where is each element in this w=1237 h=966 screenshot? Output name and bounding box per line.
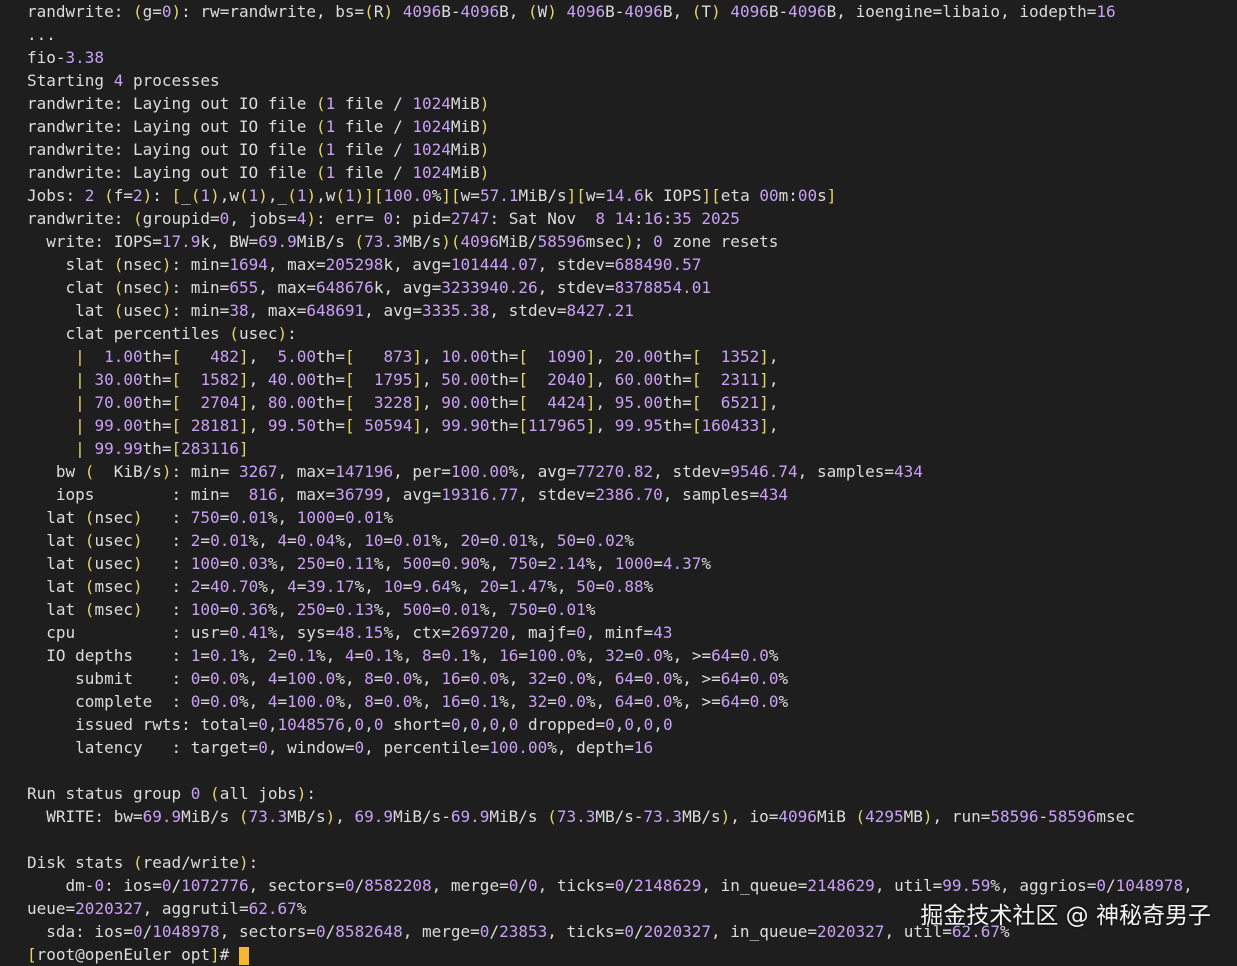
terminal-line: lat (usec) : 100=0.03%, 250=0.11%, 500=0… <box>27 554 712 573</box>
cursor-caret <box>238 946 249 965</box>
terminal-line: | 99.99th=[283116] <box>75 439 249 458</box>
terminal-line: randwrite: Laying out IO file (1 file / … <box>27 140 490 159</box>
terminal-line: dm-0: ios=0/1072776, sectors=0/8582208, … <box>27 876 1193 895</box>
terminal-line: WRITE: bw=69.9MiB/s (73.3MB/s), 69.9MiB/… <box>27 807 1135 826</box>
terminal-line: Jobs: 2 (f=2): [_(1),w(1),_(1),w(1)][100… <box>27 186 837 205</box>
terminal-line: write: IOPS=17.9k, BW=69.9MiB/s (73.3MB/… <box>27 232 779 251</box>
terminal-output: randwrite: (g=0): rw=randwrite, bs=(R) 4… <box>27 0 1237 966</box>
watermark: 掘金技术社区 @ 神秘奇男子 <box>920 903 1211 929</box>
terminal-line: complete : 0=0.0%, 4=100.0%, 8=0.0%, 16=… <box>27 692 789 711</box>
terminal-line: randwrite: Laying out IO file (1 file / … <box>27 163 490 182</box>
terminal-line: clat (nsec): min=655, max=648676k, avg=3… <box>27 278 711 297</box>
terminal-line: iops : min= 816, max=36799, avg=19316.77… <box>27 485 789 504</box>
terminal-line: slat (nsec): min=1694, max=205298k, avg=… <box>27 255 702 274</box>
shell-prompt[interactable]: [root@openEuler opt]# <box>27 943 1237 966</box>
terminal-line: | 99.00th=[ 28181], 99.50th=[ 50594], 99… <box>75 416 779 435</box>
terminal-line: ... <box>27 25 56 44</box>
terminal-line: randwrite: Laying out IO file (1 file / … <box>27 117 490 136</box>
terminal-line: issued rwts: total=0,1048576,0,0 short=0… <box>27 715 673 734</box>
terminal-line: randwrite: (g=0): rw=randwrite, bs=(R) 4… <box>27 2 1116 21</box>
terminal-line: Starting 4 processes <box>27 71 220 90</box>
terminal-line: Run status group 0 (all jobs): <box>27 784 317 803</box>
terminal-line: lat (nsec) : 750=0.01%, 1000=0.01% <box>27 508 394 527</box>
terminal-line: lat (msec) : 100=0.36%, 250=0.13%, 500=0… <box>27 600 596 619</box>
terminal-line: submit : 0=0.0%, 4=100.0%, 8=0.0%, 16=0.… <box>27 669 789 688</box>
terminal-line: | 70.00th=[ 2704], 80.00th=[ 3228], 90.0… <box>75 393 779 412</box>
terminal-line: clat percentiles (usec): <box>27 324 297 343</box>
terminal-line: randwrite: (groupid=0, jobs=4): err= 0: … <box>27 209 740 228</box>
terminal-line: Disk stats (read/write): <box>27 853 259 872</box>
terminal-line: lat (usec): min=38, max=648691, avg=3335… <box>27 301 634 320</box>
terminal-line: | 1.00th=[ 482], 5.00th=[ 873], 10.00th=… <box>75 347 779 366</box>
terminal-window[interactable]: randwrite: (g=0): rw=randwrite, bs=(R) 4… <box>0 0 1237 965</box>
terminal-line: | 30.00th=[ 1582], 40.00th=[ 1795], 50.0… <box>75 370 779 389</box>
terminal-line: bw ( KiB/s): min= 3267, max=147196, per=… <box>27 462 923 481</box>
terminal-line: fio-3.38 <box>27 48 105 67</box>
terminal-line: latency : target=0, window=0, percentile… <box>27 738 654 757</box>
terminal-line: cpu : usr=0.41%, sys=48.15%, ctx=269720,… <box>27 623 673 642</box>
terminal-line: IO depths : 1=0.1%, 2=0.1%, 4=0.1%, 8=0.… <box>27 646 779 665</box>
terminal-line: lat (msec) : 2=40.70%, 4=39.17%, 10=9.64… <box>27 577 654 596</box>
terminal-line: randwrite: Laying out IO file (1 file / … <box>27 94 490 113</box>
terminal-line: lat (usec) : 2=0.01%, 4=0.04%, 10=0.01%,… <box>27 531 634 550</box>
